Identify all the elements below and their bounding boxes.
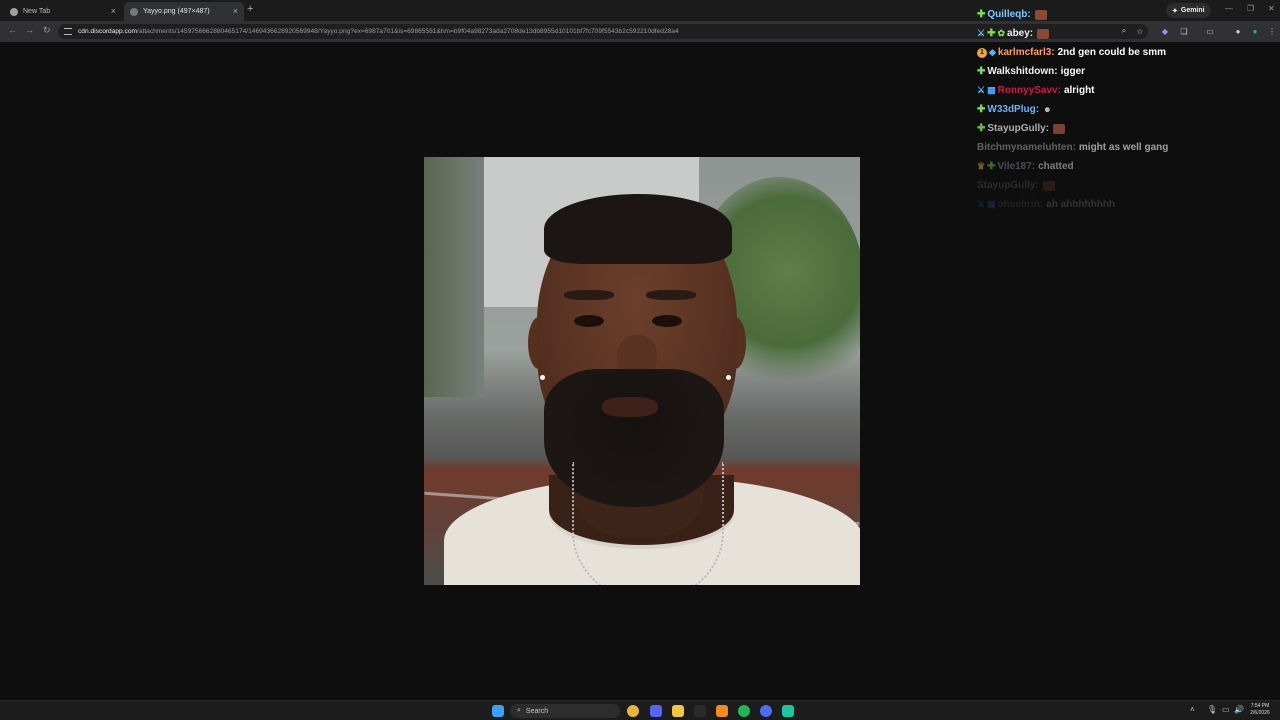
chat-username[interactable]: Vile187: [997, 161, 1035, 172]
chat-text: 2nd gen could be smm [1057, 47, 1166, 58]
chat-username[interactable]: karlmcfarl3: [998, 47, 1055, 58]
chat-username[interactable]: RonnyySavv: [998, 85, 1061, 96]
chat-username[interactable]: Quilleqb: [987, 9, 1030, 20]
display-icon[interactable]: ▭ [1222, 705, 1230, 714]
chat-text: alright [1063, 85, 1095, 96]
discord-icon[interactable] [650, 705, 662, 717]
url-path: /attachments/1459756662880465174/1469436… [137, 28, 679, 35]
gear-badge-icon: ✿ [997, 28, 1006, 38]
plus-badge-icon: ✚ [987, 160, 996, 172]
tab-new-tab[interactable]: New Tab × [4, 2, 122, 21]
chat-message: ✚ Quilleqb: [977, 5, 1277, 24]
chart-badge-icon: ▦ [987, 199, 996, 209]
search-placeholder: Search [525, 707, 549, 715]
clock-date: 2/6/2026 [1250, 710, 1270, 716]
clock-time: 7:54 PM [1250, 703, 1270, 709]
sword-badge-icon: ⚔ [977, 85, 986, 95]
chat-message: ✚ Walkshitdown: igger [977, 62, 1277, 81]
plus-badge-icon: ✚ [977, 122, 986, 134]
chevron-up-icon[interactable]: ˄ [1190, 705, 1195, 714]
chain-necklace [572, 462, 724, 585]
back-icon[interactable]: ← [8, 25, 17, 35]
chat-username[interactable]: W33dPlug: [987, 104, 1039, 115]
start-icon[interactable] [492, 705, 504, 717]
url-host: cdn.discordapp.com [78, 28, 138, 35]
emote-icon [1037, 28, 1050, 39]
emote-face-icon: ☻ [1043, 105, 1052, 114]
reload-icon[interactable]: ↻ [43, 25, 51, 36]
clock[interactable]: 7:54 PM 2/6/2026 [1244, 703, 1276, 717]
volume-icon[interactable]: 🔊 [1234, 705, 1244, 714]
sword-badge-icon: ⚔ [977, 199, 986, 209]
site-info-icon[interactable] [64, 28, 72, 35]
chat-overlay: ✚ Quilleqb: ⚔ ✚ ✿ abey: 1 ◆ karlmcfarl3: 2nd gen … [977, 5, 1277, 214]
sword-badge-icon: ⚔ [977, 28, 986, 38]
chat-username[interactable]: StayupGully: [977, 180, 1039, 191]
chat-username[interactable]: Bitchmynameluhten: [977, 142, 1076, 153]
close-tab-icon[interactable]: × [233, 6, 238, 16]
app-teal-icon[interactable] [782, 705, 794, 717]
cube-badge-icon: ◆ [989, 47, 996, 57]
chat-message: ✚ StayupGully: [977, 119, 1277, 138]
chat-message: Bitchmynameluhten: might as well gang [977, 138, 1277, 157]
microphone-icon[interactable]: 🎙 [1207, 705, 1217, 714]
chat-text: igger [1060, 66, 1086, 77]
crown-badge-icon: ♛ [977, 161, 986, 171]
plus-badge-icon: ✚ [977, 8, 986, 20]
new-tab-button[interactable]: + [247, 3, 253, 15]
chat-message: ⚔ ✚ ✿ abey: [977, 24, 1277, 43]
plus-badge-icon: ✚ [977, 103, 986, 115]
forward-icon[interactable]: → [25, 25, 34, 35]
displayed-image[interactable] [424, 157, 860, 585]
chart-badge-icon: ▦ [987, 85, 996, 95]
tab-yayyo-png[interactable]: Yayyo.png (497×487) × [124, 2, 244, 21]
file-explorer-icon[interactable] [672, 705, 684, 717]
taskbar-search[interactable]: ⌕ Search [510, 704, 620, 718]
chat-message: ♛ ✚ Vile187: chatted [977, 157, 1277, 176]
close-tab-icon[interactable]: × [111, 6, 116, 16]
chat-username[interactable]: ohsebrin: [998, 199, 1044, 210]
chat-text: might as well gang [1078, 142, 1169, 153]
globe-icon [130, 7, 138, 16]
tab-title: Yayyo.png (497×487) [143, 8, 210, 15]
chrome-icon [10, 7, 18, 16]
chat-message: ⚔ ▦ ohsebrin: ah ahhhhhhhh [977, 195, 1277, 214]
plus-badge-icon: ✚ [977, 65, 986, 77]
chat-username[interactable]: Walkshitdown: [987, 66, 1057, 77]
emote-icon [1034, 9, 1047, 20]
chat-message: ⚔ ▦ RonnyySavv: alright [977, 81, 1277, 100]
vlc-icon[interactable] [716, 705, 728, 717]
emote-icon [1053, 123, 1066, 134]
chat-message: StayupGully: [977, 176, 1277, 195]
number-badge-icon: 1 [977, 47, 987, 58]
chat-message: ✚ W33dPlug: ☻ [977, 100, 1277, 119]
chat-text: chatted [1038, 161, 1074, 172]
emote-icon [1042, 180, 1055, 191]
chat-message: 1 ◆ karlmcfarl3: 2nd gen could be smm [977, 43, 1277, 62]
chrome-icon[interactable] [627, 705, 639, 717]
spotify-icon[interactable] [738, 705, 750, 717]
arc-icon[interactable] [760, 705, 772, 717]
tab-title: New Tab [23, 8, 51, 15]
chat-text: ah ahhhhhhhh [1046, 199, 1116, 210]
search-icon: ⌕ [517, 707, 521, 714]
chat-username[interactable]: abey: [1007, 28, 1033, 39]
taskbar: ⌕ Search ˄ 🎙 ▭ 🔊 7:54 PM 2/6/2026 [0, 700, 1280, 720]
chat-username[interactable]: StayupGully: [987, 123, 1049, 134]
xbox-icon[interactable] [694, 705, 706, 717]
plus-badge-icon: ✚ [987, 27, 996, 39]
